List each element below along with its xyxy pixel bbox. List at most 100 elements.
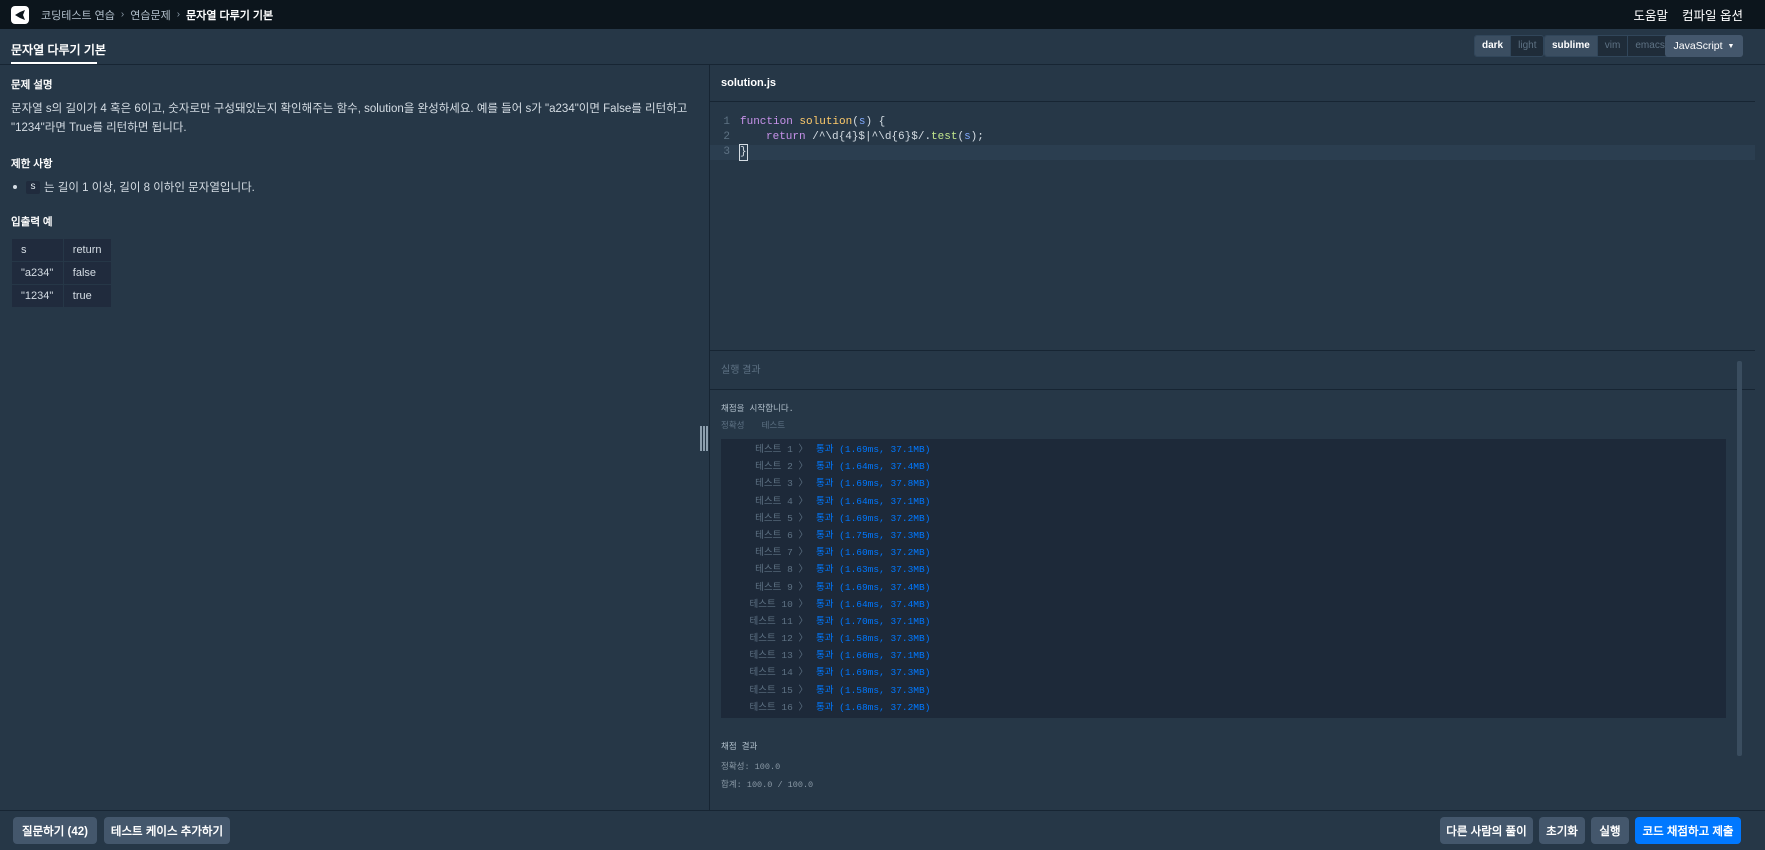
test-result-row: 테스트 15 〉 통과 (1.58ms, 37.3MB) xyxy=(721,682,1726,699)
limit-text: 는 길이 1 이상, 길이 8 이하인 문자열입니다. xyxy=(44,182,255,194)
section-description-heading: 문제 설명 xyxy=(11,79,53,91)
test-result: 통과 (1.68ms, 37.2MB) xyxy=(816,701,931,713)
test-result-row: 테스트 11 〉 통과 (1.70ms, 37.1MB) xyxy=(721,613,1726,630)
test-result: 통과 (1.69ms, 37.1MB) xyxy=(816,444,931,455)
test-result: 통과 (1.66ms, 37.1MB) xyxy=(816,650,931,662)
table-cell: "a234" xyxy=(11,261,64,285)
test-result-row: 테스트 9 〉 통과 (1.69ms, 37.4MB) xyxy=(721,579,1726,596)
keyword-token: function xyxy=(740,116,793,128)
top-nav: 코딩테스트 연습 › 연습문제 › 문자열 다루기 기본 도움말 컴파일 옵션 xyxy=(0,0,1765,29)
title-bar: 문자열 다루기 기본 dark light sublime vim emacs … xyxy=(0,29,1765,65)
test-result: 통과 (1.63ms, 37.3MB) xyxy=(816,564,931,576)
breadcrumb-coding-test[interactable]: 코딩테스트 연습 xyxy=(41,7,115,23)
table-cell: "1234" xyxy=(11,284,64,308)
test-result-row: 테스트 12 〉 통과 (1.58ms, 37.3MB) xyxy=(721,630,1726,647)
score-heading: 채점 결과 xyxy=(721,742,758,752)
breadcrumb: 코딩테스트 연습 › 연습문제 › 문자열 다루기 기본 xyxy=(41,7,273,23)
tab-accuracy[interactable]: 정확성 xyxy=(721,421,744,431)
punct-token: ( xyxy=(852,116,859,128)
table-cell: return xyxy=(62,238,113,262)
line-number: 1 xyxy=(723,116,730,128)
test-result: 통과 (1.69ms, 37.8MB) xyxy=(816,478,931,490)
description-line: "1234"라면 True를 리턴하면 됩니다. xyxy=(11,122,187,134)
function-name-token: solution xyxy=(799,116,853,128)
table-cell: true xyxy=(62,284,113,308)
compile-options-link[interactable]: 컴파일 옵션 xyxy=(1682,5,1743,24)
results-panel: 실행 결과 채점을 시작합니다. 정확성 테스트 테스트 1 〉 통과 (1.69… xyxy=(710,350,1755,810)
test-result-row: 테스트 16 〉 통과 (1.68ms, 37.2MB) xyxy=(721,699,1726,716)
reset-button[interactable]: 초기화 xyxy=(1539,817,1585,844)
theme-toggle: dark light xyxy=(1474,35,1545,57)
submit-button[interactable]: 코드 채점하고 제출 xyxy=(1635,817,1741,844)
score-total: 합계: 100.0 / 100.0 xyxy=(721,780,814,790)
test-name: 테스트 1 〉 xyxy=(755,444,808,455)
theme-light-option[interactable]: light xyxy=(1511,36,1543,56)
table-cell: false xyxy=(62,261,113,285)
code-editor-panel: solution.js 1 function solution(s) { 2 r… xyxy=(710,65,1755,350)
test-result-row: 테스트 10 〉 통과 (1.64ms, 37.4MB) xyxy=(721,596,1726,613)
test-result: 통과 (1.64ms, 37.4MB) xyxy=(816,461,931,473)
language-dropdown[interactable]: JavaScript ▼ xyxy=(1665,35,1743,57)
test-name: 테스트 2 〉 xyxy=(755,461,808,473)
test-result: 통과 (1.60ms, 37.2MB) xyxy=(816,547,931,559)
others-solutions-button[interactable]: 다른 사람의 풀이 xyxy=(1440,817,1533,844)
bullet-icon xyxy=(13,185,17,189)
test-name: 테스트 3 〉 xyxy=(755,478,808,490)
test-result: 통과 (1.58ms, 37.3MB) xyxy=(816,684,931,696)
test-result-row: 테스트 5 〉 통과 (1.69ms, 37.2MB) xyxy=(721,510,1726,527)
code-line: 2 return /^\d{4}$|^\d{6}$/.test(s); xyxy=(710,130,1755,145)
code-editor[interactable]: 1 function solution(s) { 2 return /^\d{4… xyxy=(710,115,1755,161)
line-number: 2 xyxy=(723,131,730,143)
description-line: 문자열 s의 길이가 4 혹은 6이고, 숫자로만 구성돼있는지 확인해주는 함… xyxy=(11,103,688,115)
punct-token: } xyxy=(739,144,748,161)
run-button[interactable]: 실행 xyxy=(1591,817,1629,844)
help-link[interactable]: 도움말 xyxy=(1634,5,1669,24)
caret-down-icon: ▼ xyxy=(1727,42,1735,50)
active-tab-underline xyxy=(11,62,97,64)
theme-dark-option[interactable]: dark xyxy=(1475,36,1512,56)
bottom-bar: 질문하기 (42) 테스트 케이스 추가하기 다른 사람의 풀이 초기화 실행 … xyxy=(0,810,1765,850)
keymap-vim-option[interactable]: vim xyxy=(1598,36,1629,56)
test-result-row: 테스트 2 〉 통과 (1.64ms, 37.4MB) xyxy=(721,458,1726,475)
table-cell: s xyxy=(11,238,64,262)
test-result: 통과 (1.70ms, 37.1MB) xyxy=(816,615,931,627)
test-result: 통과 (1.58ms, 37.3MB) xyxy=(816,633,931,645)
test-results-list: 테스트 1 〉 통과 (1.69ms, 37.1MB) 테스트 2 〉 통과 (1.6… xyxy=(721,439,1726,718)
test-result: 통과 (1.75ms, 37.3MB) xyxy=(816,529,931,541)
test-result: 통과 (1.69ms, 37.2MB) xyxy=(816,512,931,524)
results-output: 채점을 시작합니다. 정확성 테스트 테스트 1 〉 통과 (1.69ms, 37… xyxy=(721,403,1726,790)
test-result: 통과 (1.64ms, 37.1MB) xyxy=(816,495,931,507)
editor-filename: solution.js xyxy=(710,65,1755,102)
test-result-row: 테스트 8 〉 통과 (1.63ms, 37.3MB) xyxy=(721,561,1726,578)
test-name: 테스트 7 〉 xyxy=(755,547,808,559)
test-name: 테스트 14 〉 xyxy=(749,667,808,679)
tab-test[interactable]: 테스트 xyxy=(762,421,785,431)
grading-start-text: 채점을 시작합니다. xyxy=(721,404,794,414)
ask-question-button[interactable]: 질문하기 (42) xyxy=(13,817,97,844)
chevron-right-icon: › xyxy=(120,9,125,20)
test-name: 테스트 16 〉 xyxy=(749,701,808,713)
test-result-row: 테스트 6 〉 통과 (1.75ms, 37.3MB) xyxy=(721,527,1726,544)
keymap-sublime-option[interactable]: sublime xyxy=(1545,36,1598,56)
programmers-logo-icon[interactable] xyxy=(11,5,29,24)
io-example-table: s return "a234" false "1234" true xyxy=(11,238,113,308)
test-name: 테스트 8 〉 xyxy=(755,564,808,576)
breadcrumb-practice[interactable]: 연습문제 xyxy=(130,7,170,23)
regex-token: /^\d{4}$|^\d{6}$/ xyxy=(812,131,925,143)
page-title: 문자열 다루기 기본 xyxy=(11,43,106,57)
test-result-row: 테스트 7 〉 통과 (1.60ms, 37.2MB) xyxy=(721,544,1726,561)
test-name: 테스트 10 〉 xyxy=(749,598,808,610)
results-scrollbar[interactable] xyxy=(1737,361,1742,756)
splitter-grip-icon[interactable] xyxy=(700,426,708,451)
test-name: 테스트 13 〉 xyxy=(749,650,808,662)
test-name: 테스트 11 〉 xyxy=(749,615,808,627)
punct-token: ); xyxy=(970,131,984,143)
line-number: 3 xyxy=(723,146,730,158)
test-result: 통과 (1.69ms, 37.4MB) xyxy=(816,581,931,593)
test-result: 통과 (1.69ms, 37.3MB) xyxy=(816,667,931,679)
results-heading: 실행 결과 xyxy=(710,351,1755,390)
table-row: "a234" false xyxy=(11,261,113,285)
param-token: s xyxy=(964,131,971,143)
add-testcase-button[interactable]: 테스트 케이스 추가하기 xyxy=(104,817,230,844)
test-result-row: 테스트 4 〉 통과 (1.64ms, 37.1MB) xyxy=(721,493,1726,510)
